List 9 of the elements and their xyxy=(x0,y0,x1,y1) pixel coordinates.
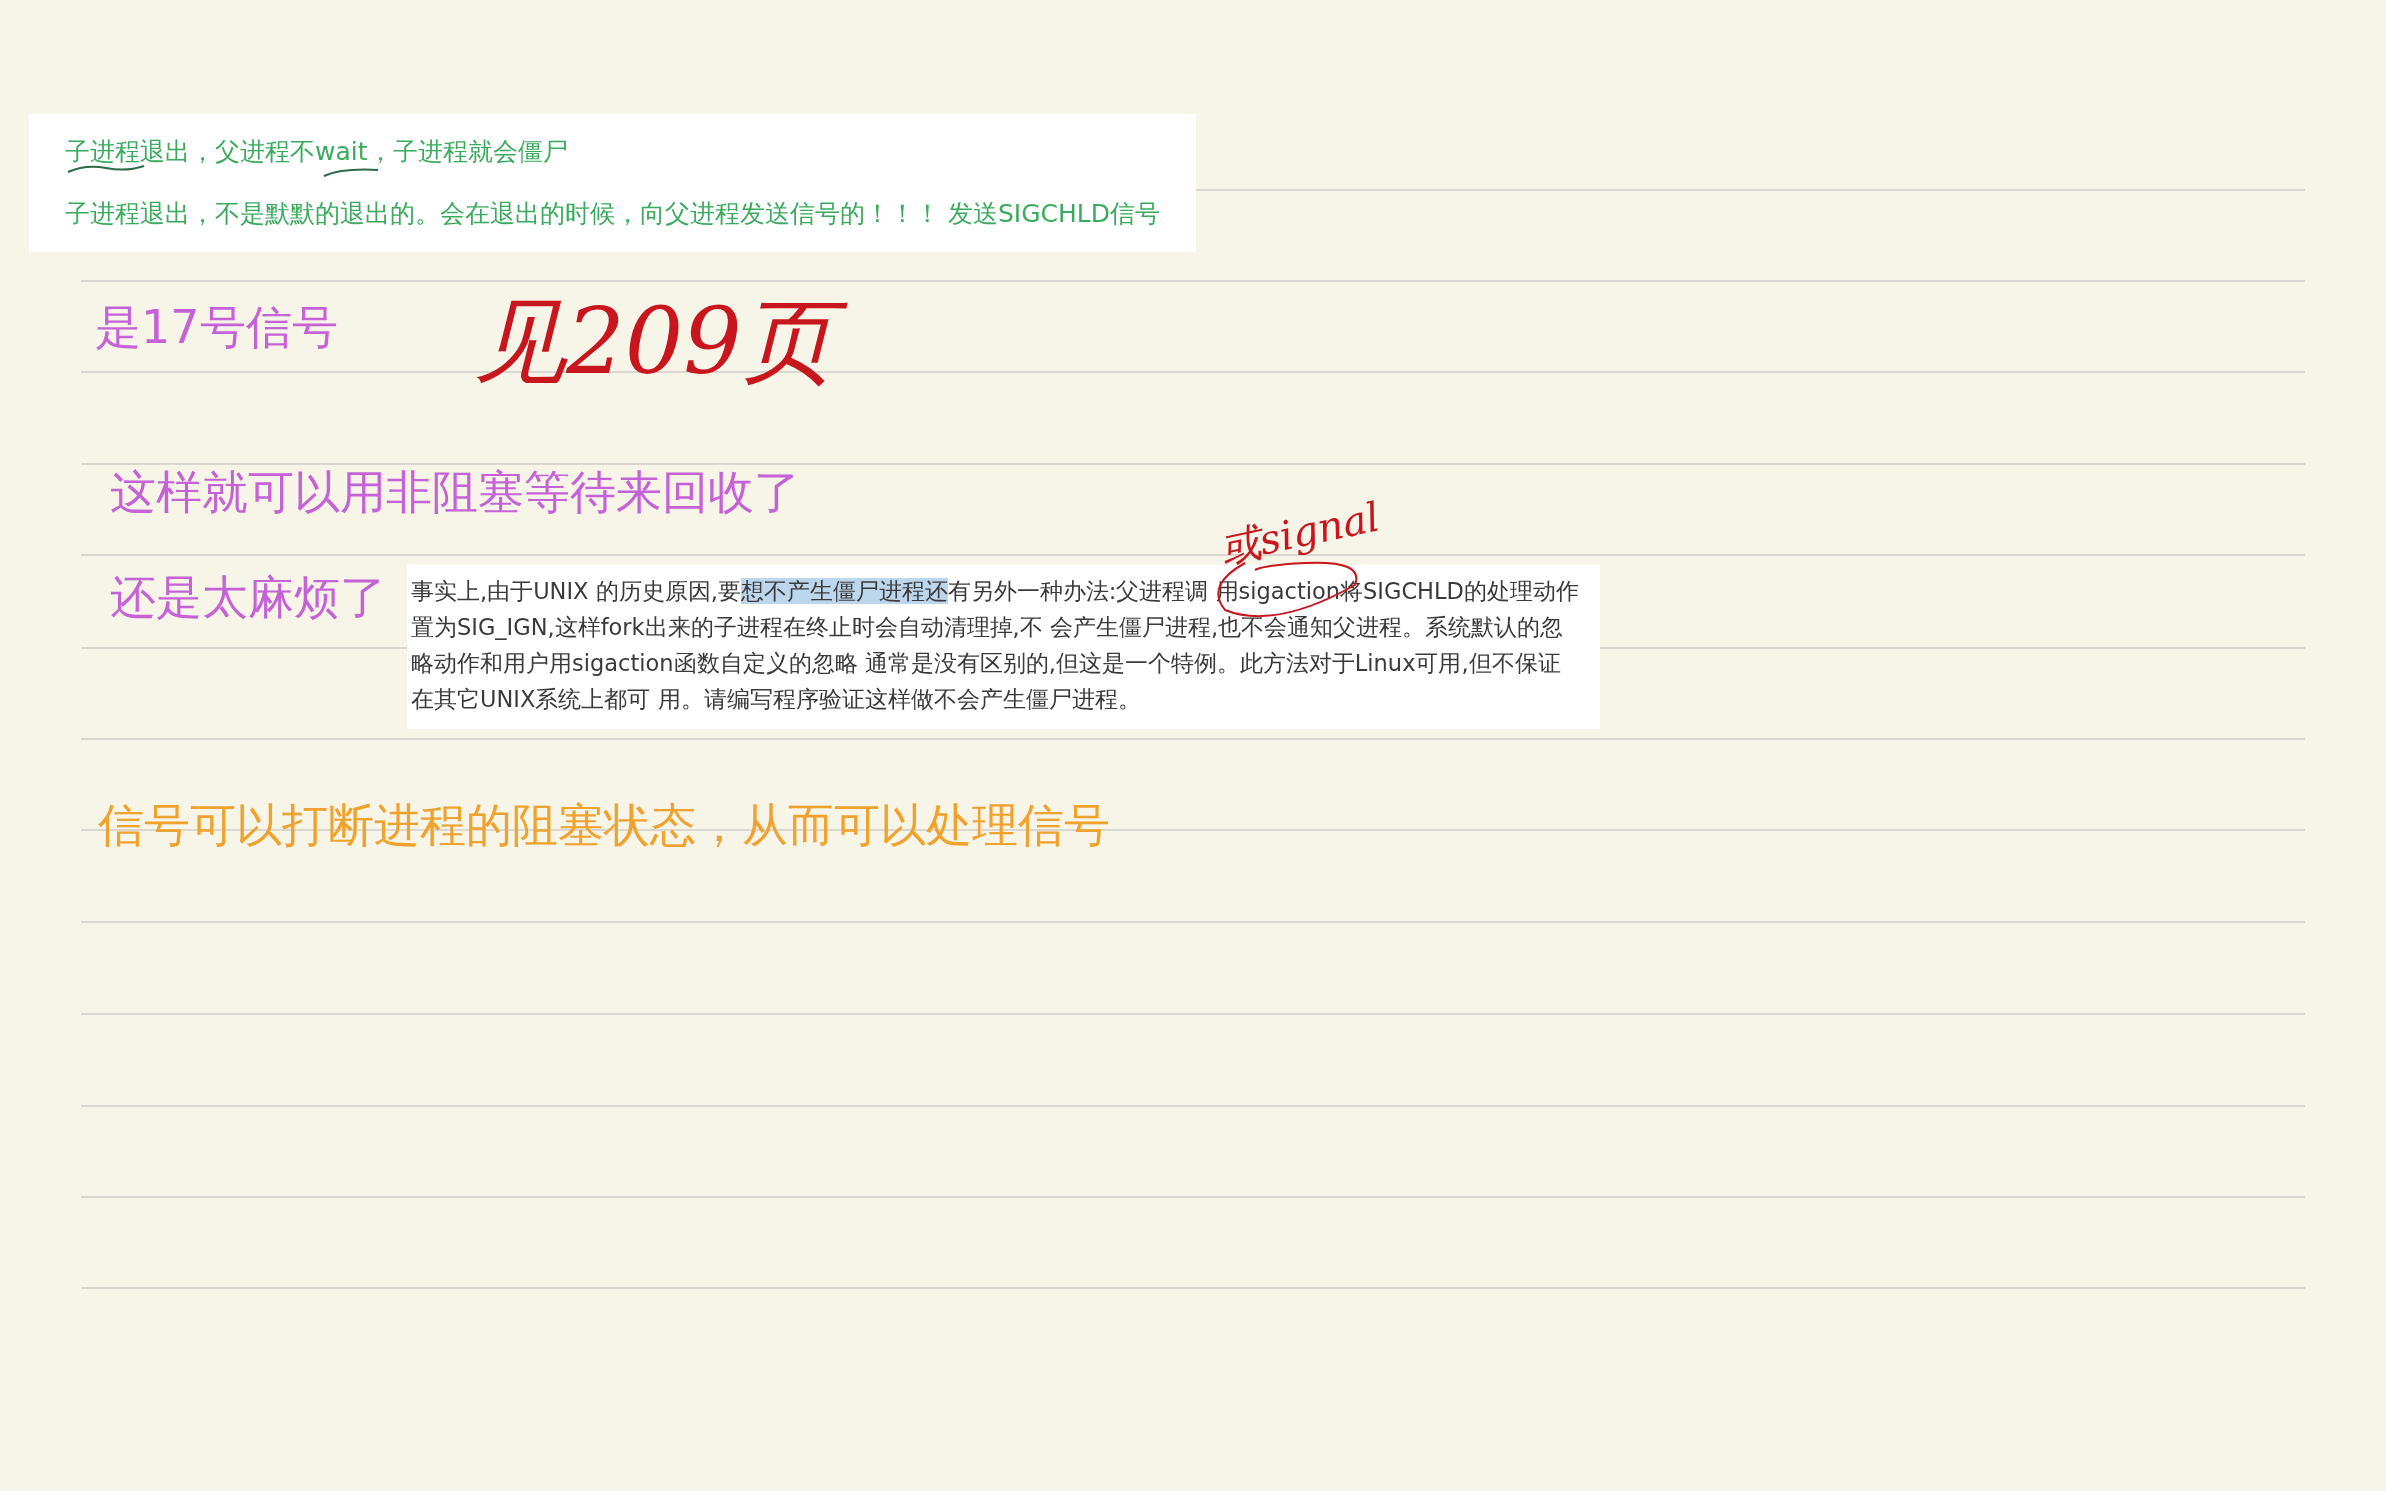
note-text: 信号可以打断进程的阻塞状态，从而可以处理信号 xyxy=(98,798,1110,854)
handwritten-note: 或signal xyxy=(1215,492,1385,574)
note-text: 是17号信号 xyxy=(95,300,338,356)
note-text: 这样就可以用非阻塞等待来回收了 xyxy=(110,465,800,521)
note-text: 还是太麻烦了 xyxy=(110,570,386,626)
handwritten-note: 见209页 xyxy=(465,280,857,405)
ink-underline xyxy=(323,168,379,177)
clipping-text: 子进程退出，不是默默的退出的。会在退出的时候，向父进程发送信号的！！！ 发送SIGCHLD信号 xyxy=(65,198,1160,230)
clipping-text: 子进程退出，父进程不wait，子进程就会僵尸 xyxy=(65,136,569,168)
